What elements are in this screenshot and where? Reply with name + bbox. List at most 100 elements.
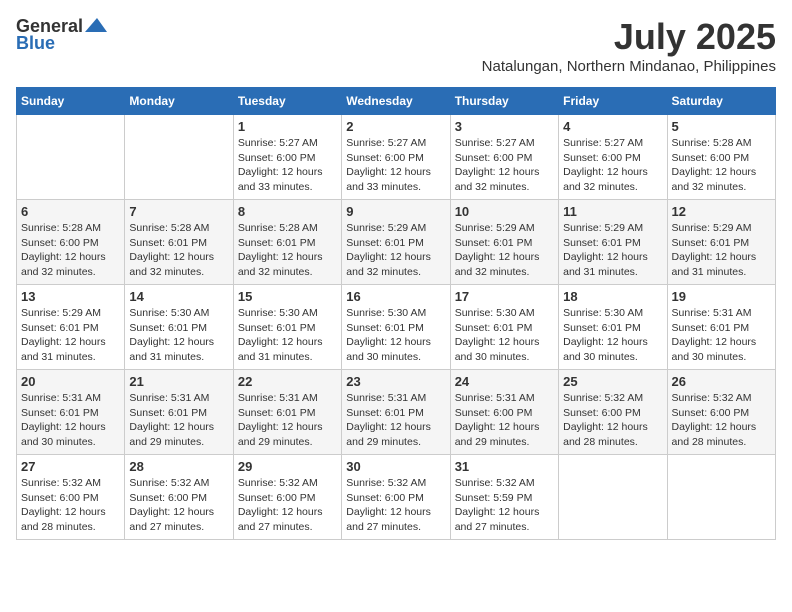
- day-number: 30: [346, 459, 445, 474]
- day-info: Sunrise: 5:28 AM Sunset: 6:01 PM Dayligh…: [129, 221, 228, 280]
- day-number: 27: [21, 459, 120, 474]
- day-info: Sunrise: 5:29 AM Sunset: 6:01 PM Dayligh…: [21, 306, 120, 365]
- header-saturday: Saturday: [667, 88, 775, 115]
- table-row: 14Sunrise: 5:30 AM Sunset: 6:01 PM Dayli…: [125, 285, 233, 370]
- calendar-week-row: 27 Sunrise: 5:32 AM Sunset: 6:00 PM Dayli…: [17, 455, 776, 540]
- calendar-location: Natalungan, Northern Mindanao, Philippin…: [482, 58, 776, 75]
- day-info: Sunrise: 5:29 AM Sunset: 6:01 PM Dayligh…: [563, 221, 662, 280]
- day-number: 15: [238, 289, 337, 304]
- day-number: 25: [563, 374, 662, 389]
- day-info: Sunrise: 5:31 AM Sunset: 6:00 PM Dayligh…: [455, 391, 554, 450]
- logo-triangle-icon: [85, 18, 107, 34]
- day-number: 29: [238, 459, 337, 474]
- day-number: 28: [129, 459, 228, 474]
- table-row: 12Sunrise: 5:29 AM Sunset: 6:01 PM Dayli…: [667, 200, 775, 285]
- day-info: Sunrise: 5:27 AM Sunset: 6:00 PM Dayligh…: [455, 136, 554, 195]
- table-row: 6 Sunrise: 5:28 AM Sunset: 6:00 PM Daylig…: [17, 200, 125, 285]
- day-number: 23: [346, 374, 445, 389]
- day-info: Sunrise: 5:32 AM Sunset: 6:00 PM Dayligh…: [672, 391, 771, 450]
- table-row: 9 Sunrise: 5:29 AM Sunset: 6:01 PM Daylig…: [342, 200, 450, 285]
- calendar-table: Sunday Monday Tuesday Wednesday Thursday…: [16, 87, 776, 540]
- table-row: 17 Sunrise: 5:30 AM Sunset: 6:01 PM Dayli…: [450, 285, 558, 370]
- logo-blue-text: Blue: [16, 33, 55, 54]
- page-header: General Blue July 2025 Natalungan, North…: [16, 16, 776, 75]
- day-number: 20: [21, 374, 120, 389]
- day-number: 9: [346, 204, 445, 219]
- day-number: 12: [672, 204, 771, 219]
- day-info: Sunrise: 5:27 AM Sunset: 6:00 PM Dayligh…: [346, 136, 445, 195]
- table-row: 22 Sunrise: 5:31 AM Sunset: 6:01 PM Dayli…: [233, 370, 341, 455]
- table-row: 13 Sunrise: 5:29 AM Sunset: 6:01 PM Dayli…: [17, 285, 125, 370]
- header-thursday: Thursday: [450, 88, 558, 115]
- table-row: [667, 455, 775, 540]
- table-row: 7 Sunrise: 5:28 AM Sunset: 6:01 PM Daylig…: [125, 200, 233, 285]
- day-info: Sunrise: 5:31 AM Sunset: 6:01 PM Dayligh…: [129, 391, 228, 450]
- table-row: [559, 455, 667, 540]
- day-info: Sunrise: 5:31 AM Sunset: 6:01 PM Dayligh…: [346, 391, 445, 450]
- table-row: 31 Sunrise: 5:32 AM Sunset: 5:59 PM Dayli…: [450, 455, 558, 540]
- day-number: 11: [563, 204, 662, 219]
- calendar-week-row: 13 Sunrise: 5:29 AM Sunset: 6:01 PM Dayli…: [17, 285, 776, 370]
- table-row: 3 Sunrise: 5:27 AM Sunset: 6:00 PM Daylig…: [450, 115, 558, 200]
- day-info: Sunrise: 5:28 AM Sunset: 6:00 PM Dayligh…: [672, 136, 771, 195]
- table-row: [125, 115, 233, 200]
- day-number: 8: [238, 204, 337, 219]
- day-info: Sunrise: 5:32 AM Sunset: 6:00 PM Dayligh…: [21, 476, 120, 535]
- logo: General Blue: [16, 16, 107, 54]
- day-info: Sunrise: 5:31 AM Sunset: 6:01 PM Dayligh…: [238, 391, 337, 450]
- day-number: 22: [238, 374, 337, 389]
- calendar-week-row: 6 Sunrise: 5:28 AM Sunset: 6:00 PM Daylig…: [17, 200, 776, 285]
- table-row: 25 Sunrise: 5:32 AM Sunset: 6:00 PM Dayli…: [559, 370, 667, 455]
- day-info: Sunrise: 5:28 AM Sunset: 6:01 PM Dayligh…: [238, 221, 337, 280]
- table-row: 8 Sunrise: 5:28 AM Sunset: 6:01 PM Daylig…: [233, 200, 341, 285]
- table-row: 1Sunrise: 5:27 AM Sunset: 6:00 PM Daylig…: [233, 115, 341, 200]
- table-row: 11 Sunrise: 5:29 AM Sunset: 6:01 PM Dayli…: [559, 200, 667, 285]
- day-info: Sunrise: 5:31 AM Sunset: 6:01 PM Dayligh…: [672, 306, 771, 365]
- table-row: [17, 115, 125, 200]
- day-info: Sunrise: 5:30 AM Sunset: 6:01 PM Dayligh…: [346, 306, 445, 365]
- day-number: 7: [129, 204, 228, 219]
- day-number: 31: [455, 459, 554, 474]
- day-number: 13: [21, 289, 120, 304]
- table-row: 23 Sunrise: 5:31 AM Sunset: 6:01 PM Dayli…: [342, 370, 450, 455]
- day-info: Sunrise: 5:31 AM Sunset: 6:01 PM Dayligh…: [21, 391, 120, 450]
- day-number: 10: [455, 204, 554, 219]
- header-wednesday: Wednesday: [342, 88, 450, 115]
- table-row: 27 Sunrise: 5:32 AM Sunset: 6:00 PM Dayli…: [17, 455, 125, 540]
- table-row: 5 Sunrise: 5:28 AM Sunset: 6:00 PM Daylig…: [667, 115, 775, 200]
- table-row: 16Sunrise: 5:30 AM Sunset: 6:01 PM Dayli…: [342, 285, 450, 370]
- calendar-title: July 2025: [482, 16, 776, 58]
- table-row: 15Sunrise: 5:30 AM Sunset: 6:01 PM Dayli…: [233, 285, 341, 370]
- day-number: 17: [455, 289, 554, 304]
- day-info: Sunrise: 5:29 AM Sunset: 6:01 PM Dayligh…: [455, 221, 554, 280]
- day-number: 3: [455, 119, 554, 134]
- day-number: 1: [238, 119, 337, 134]
- table-row: 29 Sunrise: 5:32 AM Sunset: 6:00 PM Dayli…: [233, 455, 341, 540]
- day-info: Sunrise: 5:32 AM Sunset: 5:59 PM Dayligh…: [455, 476, 554, 535]
- table-row: 19 Sunrise: 5:31 AM Sunset: 6:01 PM Dayli…: [667, 285, 775, 370]
- day-info: Sunrise: 5:28 AM Sunset: 6:00 PM Dayligh…: [21, 221, 120, 280]
- table-row: 4Sunrise: 5:27 AM Sunset: 6:00 PM Daylig…: [559, 115, 667, 200]
- table-row: 24Sunrise: 5:31 AM Sunset: 6:00 PM Dayli…: [450, 370, 558, 455]
- day-number: 18: [563, 289, 662, 304]
- table-row: 30Sunrise: 5:32 AM Sunset: 6:00 PM Dayli…: [342, 455, 450, 540]
- day-number: 21: [129, 374, 228, 389]
- day-number: 5: [672, 119, 771, 134]
- calendar-week-row: 20 Sunrise: 5:31 AM Sunset: 6:01 PM Dayli…: [17, 370, 776, 455]
- day-info: Sunrise: 5:30 AM Sunset: 6:01 PM Dayligh…: [129, 306, 228, 365]
- day-info: Sunrise: 5:30 AM Sunset: 6:01 PM Dayligh…: [563, 306, 662, 365]
- header-tuesday: Tuesday: [233, 88, 341, 115]
- table-row: 28Sunrise: 5:32 AM Sunset: 6:00 PM Dayli…: [125, 455, 233, 540]
- day-number: 19: [672, 289, 771, 304]
- day-number: 26: [672, 374, 771, 389]
- header-friday: Friday: [559, 88, 667, 115]
- table-row: 20 Sunrise: 5:31 AM Sunset: 6:01 PM Dayli…: [17, 370, 125, 455]
- day-number: 2: [346, 119, 445, 134]
- day-number: 6: [21, 204, 120, 219]
- day-info: Sunrise: 5:32 AM Sunset: 6:00 PM Dayligh…: [238, 476, 337, 535]
- day-info: Sunrise: 5:32 AM Sunset: 6:00 PM Dayligh…: [563, 391, 662, 450]
- table-row: 26 Sunrise: 5:32 AM Sunset: 6:00 PM Dayli…: [667, 370, 775, 455]
- day-info: Sunrise: 5:29 AM Sunset: 6:01 PM Dayligh…: [346, 221, 445, 280]
- day-info: Sunrise: 5:30 AM Sunset: 6:01 PM Dayligh…: [455, 306, 554, 365]
- weekday-header-row: Sunday Monday Tuesday Wednesday Thursday…: [17, 88, 776, 115]
